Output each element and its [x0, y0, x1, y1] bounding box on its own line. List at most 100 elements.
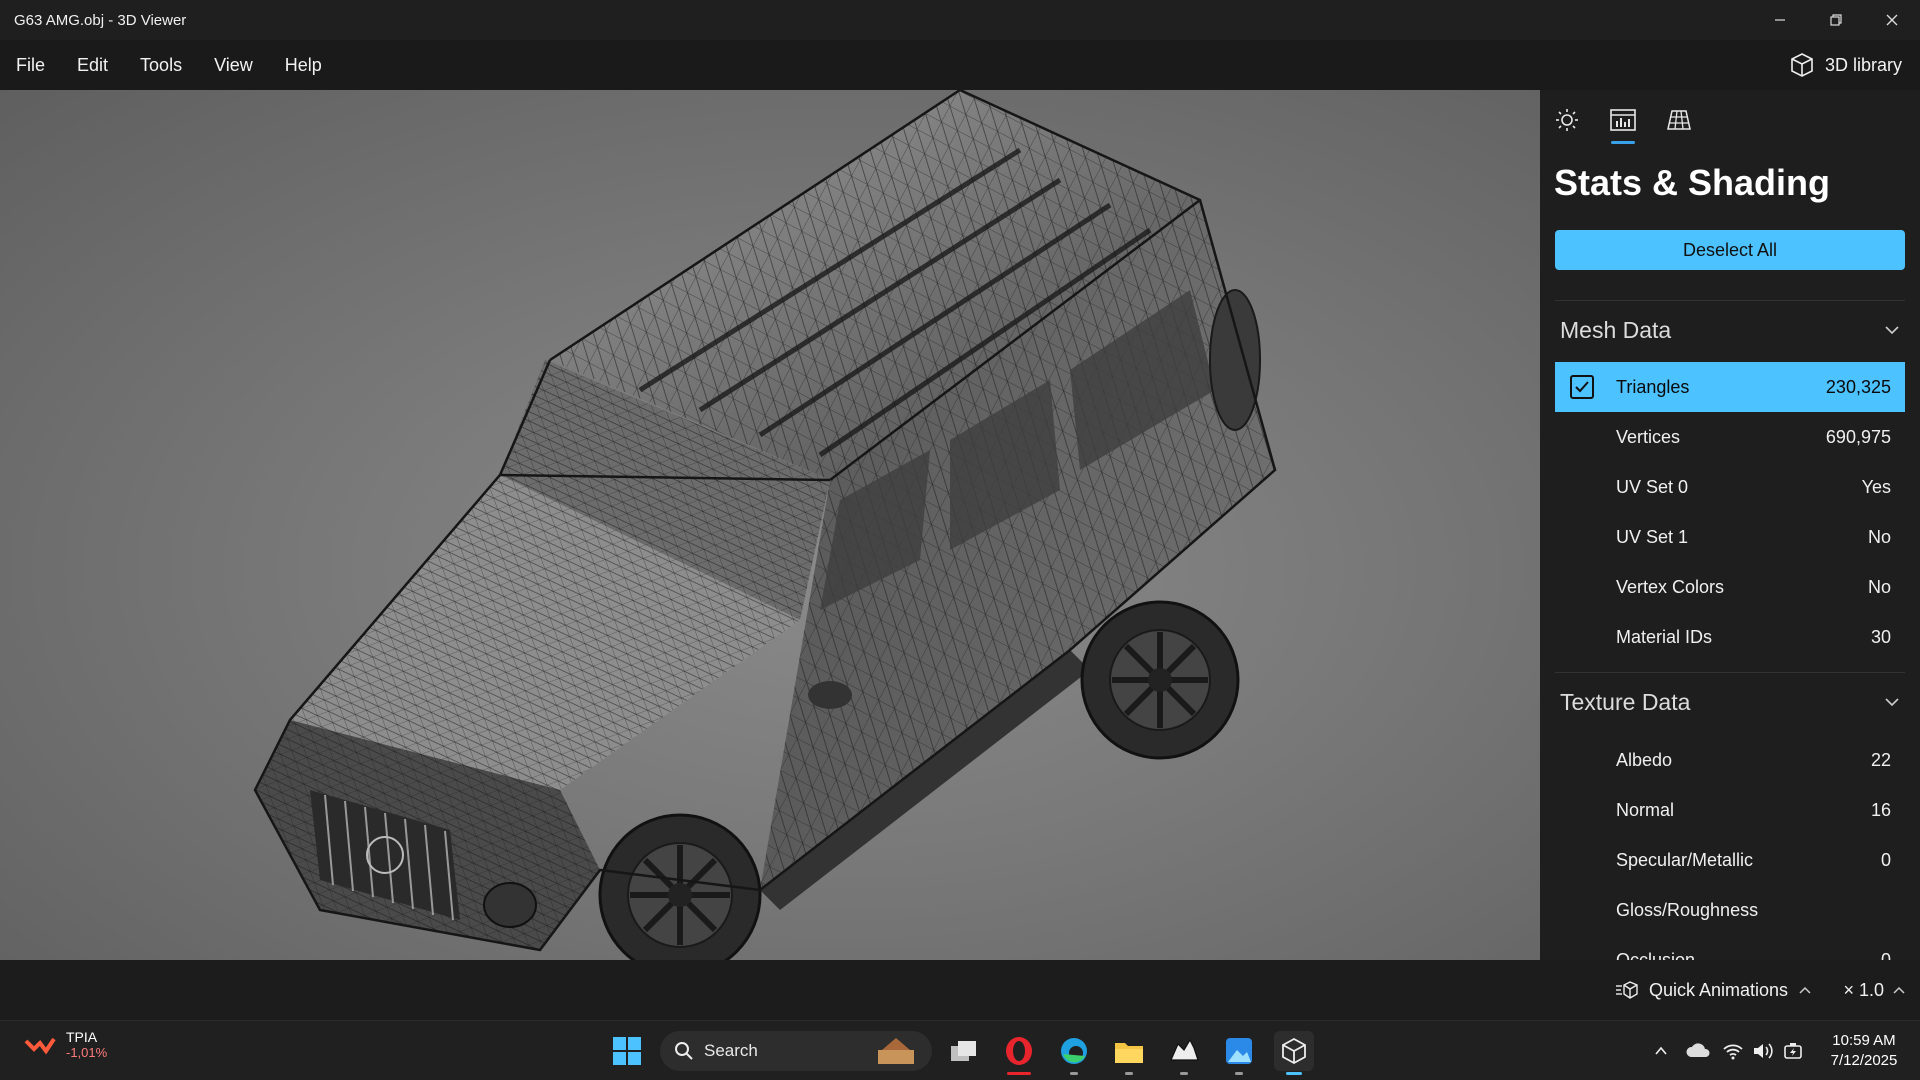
taskbar-rhino[interactable] — [1164, 1031, 1204, 1075]
3d-viewer-icon — [1282, 1037, 1306, 1065]
onedrive-tray[interactable] — [1678, 1031, 1718, 1071]
wifi-tray[interactable] — [1718, 1031, 1748, 1071]
taskbar-task-view[interactable] — [944, 1031, 984, 1071]
taskbar-3d-viewer[interactable] — [1274, 1031, 1314, 1075]
menu-edit[interactable]: Edit — [61, 40, 124, 90]
row-value: No — [1867, 526, 1891, 547]
texture-data-title: Texture Data — [1560, 688, 1691, 715]
panel-title: Stats & Shading — [1554, 162, 1831, 203]
row-label: Occlusion — [1616, 949, 1696, 961]
mesh-data-header[interactable]: Mesh Data — [1560, 305, 1900, 355]
row-value: Yes — [1861, 476, 1891, 497]
stats-panel: Stats & Shading Deselect All Mesh Data T… — [1540, 90, 1920, 960]
menu-view[interactable]: View — [198, 40, 269, 90]
row-value: 690,975 — [1825, 426, 1891, 447]
chevron-down-icon — [1885, 698, 1899, 707]
grid-icon — [1667, 110, 1691, 130]
row-value: 0 — [1880, 849, 1891, 870]
cube-icon — [1791, 53, 1813, 77]
start-button[interactable] — [607, 1031, 647, 1071]
tab-stats[interactable] — [1608, 104, 1638, 144]
restore-icon — [1830, 14, 1842, 26]
playback-speed-button[interactable]: × 1.0 — [1843, 960, 1906, 1020]
taskbar-photos[interactable] — [1219, 1031, 1259, 1075]
animation-cube-icon — [1615, 981, 1638, 999]
windows-logo-icon — [613, 1037, 641, 1065]
speaker-icon — [1754, 1043, 1773, 1059]
running-indicator — [1180, 1072, 1188, 1075]
animation-bar: Quick Animations × 1.0 — [0, 960, 1920, 1020]
search-placeholder: Search — [704, 1041, 758, 1060]
volume-tray[interactable] — [1748, 1031, 1778, 1071]
3d-library-label: 3D library — [1824, 54, 1902, 75]
mesh-row-material-ids[interactable]: Material IDs 30 — [1555, 612, 1905, 662]
stats-icon — [1610, 109, 1636, 131]
title-bar: G63 AMG.obj - 3D Viewer — [0, 0, 1920, 40]
taskbar-opera[interactable] — [999, 1031, 1039, 1075]
task-view-icon — [951, 1041, 976, 1061]
mesh-row-uv-set-0[interactable]: UV Set 0 Yes — [1555, 462, 1905, 512]
quick-animations-button[interactable]: Quick Animations — [1615, 960, 1812, 1020]
row-label: Specular/Metallic — [1616, 849, 1754, 870]
row-value: 22 — [1870, 749, 1891, 770]
car-wireframe-model — [253, 90, 1277, 960]
3d-library-button[interactable]: 3D library — [1789, 40, 1902, 90]
divider — [1555, 300, 1905, 301]
mesh-row-vertices[interactable]: Vertices 690,975 — [1555, 412, 1905, 462]
stock-widget[interactable]: TPIA -1,01% — [24, 1029, 107, 1060]
cloud-icon — [1686, 1043, 1710, 1057]
quick-animations-label: Quick Animations — [1648, 979, 1788, 1000]
menu-tools[interactable]: Tools — [124, 40, 198, 90]
running-indicator — [1007, 1072, 1031, 1075]
menu-bar: File Edit Tools View Help 3D library — [0, 40, 1920, 90]
texture-data-header[interactable]: Texture Data — [1560, 677, 1900, 727]
row-label: Vertices — [1616, 426, 1681, 447]
texture-row-specular-metallic[interactable]: Specular/Metallic 0 — [1555, 835, 1905, 885]
folder-icon — [1115, 1043, 1143, 1063]
texture-row-gloss-roughness[interactable]: Gloss/Roughness — [1555, 885, 1905, 935]
windows-taskbar: TPIA -1,01% Search 10:59 AM 7/12/2025 — [0, 1020, 1920, 1080]
tab-grid[interactable] — [1664, 104, 1694, 136]
date-text: 7/12/2025 — [1830, 1052, 1898, 1069]
chevron-down-icon — [1885, 326, 1899, 335]
running-indicator — [1235, 1072, 1243, 1075]
row-label: Gloss/Roughness — [1616, 899, 1759, 920]
chevron-up-icon — [1655, 1046, 1667, 1055]
restore-button[interactable] — [1808, 0, 1864, 40]
window-controls — [1752, 0, 1920, 40]
texture-row-normal[interactable]: Normal 16 — [1555, 785, 1905, 835]
3d-viewport[interactable] — [0, 90, 1540, 960]
deselect-all-button[interactable]: Deselect All — [1555, 230, 1905, 270]
minimize-button[interactable] — [1752, 0, 1808, 40]
wifi-icon — [1723, 1044, 1743, 1060]
row-label: UV Set 1 — [1616, 526, 1689, 547]
row-value: 30 — [1870, 626, 1891, 647]
menu-help[interactable]: Help — [269, 40, 338, 90]
close-button[interactable] — [1864, 0, 1920, 40]
stock-chart-icon — [24, 1037, 56, 1054]
row-value: 0 — [1880, 949, 1891, 961]
clock[interactable]: 10:59 AM 7/12/2025 — [1808, 1031, 1920, 1071]
taskbar-file-explorer[interactable] — [1109, 1031, 1149, 1075]
taskbar-search[interactable]: Search — [660, 1031, 932, 1071]
menu-file[interactable]: File — [0, 40, 61, 90]
stock-name: TPIA — [66, 1029, 98, 1045]
chevron-up-icon — [1799, 986, 1811, 994]
texture-row-albedo[interactable]: Albedo 22 — [1555, 735, 1905, 785]
battery-tray[interactable] — [1778, 1031, 1808, 1071]
stock-change: -1,01% — [66, 1045, 108, 1060]
taskbar-edge[interactable] — [1054, 1031, 1094, 1075]
mesh-row-triangles[interactable]: Triangles 230,325 — [1555, 362, 1905, 412]
checkbox-checked-icon[interactable] — [1570, 375, 1594, 399]
row-label: UV Set 0 — [1616, 476, 1689, 497]
close-icon — [1886, 14, 1898, 26]
texture-row-occlusion[interactable]: Occlusion 0 — [1555, 935, 1905, 961]
search-highlight-icon — [878, 1038, 914, 1064]
mesh-row-uv-set-1[interactable]: UV Set 1 No — [1555, 512, 1905, 562]
mesh-row-vertex-colors[interactable]: Vertex Colors No — [1555, 562, 1905, 612]
row-label: Albedo — [1616, 749, 1673, 770]
show-hidden-icons[interactable] — [1644, 1031, 1678, 1071]
divider — [1555, 672, 1905, 673]
row-label: Material IDs — [1616, 626, 1713, 647]
tab-lighting[interactable] — [1552, 104, 1582, 136]
